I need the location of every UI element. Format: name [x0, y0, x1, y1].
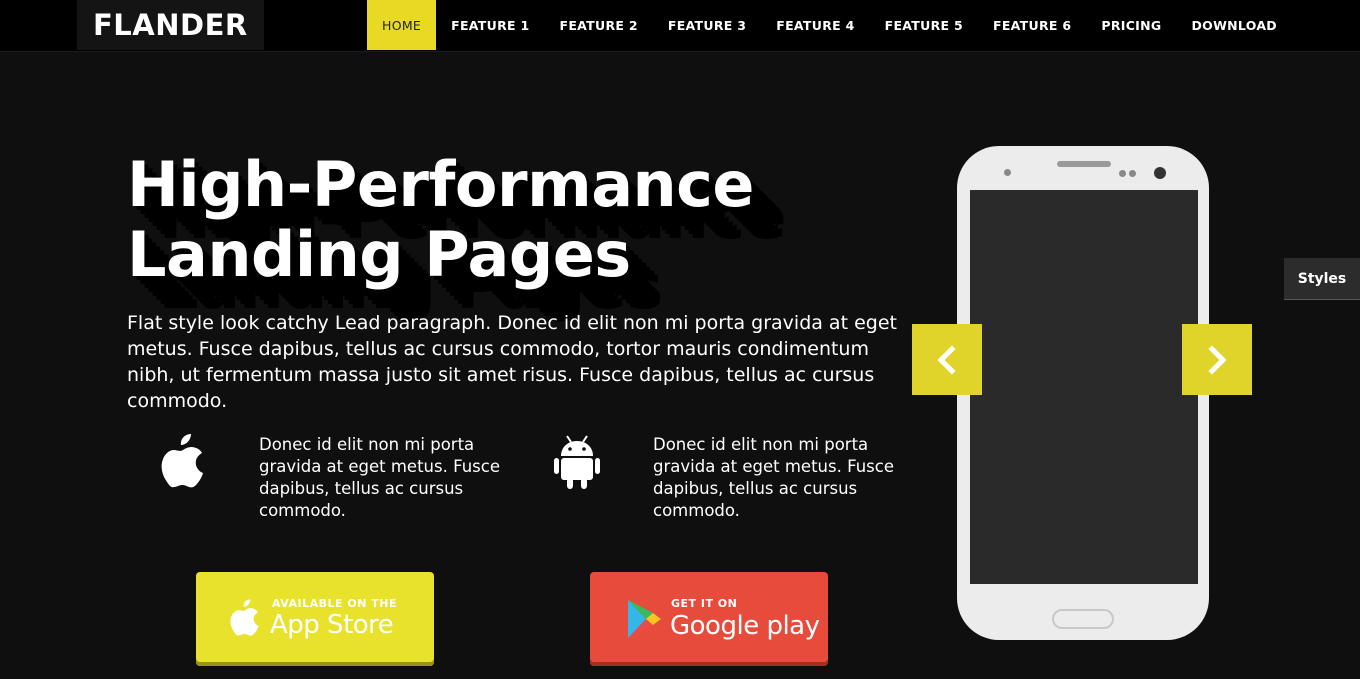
nav-item-download[interactable]: DOWNLOAD	[1176, 0, 1292, 50]
app-store-big-label: App Store	[270, 610, 394, 640]
styles-switcher-tab[interactable]: Styles	[1284, 258, 1360, 300]
chevron-left-icon	[937, 344, 956, 375]
google-play-small-label: GET IT ON	[671, 597, 738, 610]
feature-android-text: Donec id elit non mi porta gravida at eg…	[653, 435, 894, 520]
google-play-big-label: Google play	[670, 611, 820, 641]
phone-speaker	[1057, 161, 1111, 167]
nav-item-feature-3[interactable]: FEATURE 3	[653, 0, 761, 50]
app-store-button[interactable]: AVAILABLE ON THE App Store	[196, 572, 434, 666]
android-icon	[553, 434, 603, 494]
phone-sensor-dot	[1119, 170, 1126, 177]
phone-home-button	[1052, 609, 1114, 629]
nav-item-home[interactable]: HOME	[367, 0, 437, 50]
phone-camera	[1154, 167, 1166, 179]
hero-title: High-Performance Landing Pages	[127, 150, 847, 290]
google-play-button[interactable]: GET IT ON Google play	[590, 572, 828, 666]
lead-paragraph: Flat style look catchy Lead paragraph. D…	[127, 312, 897, 412]
phone-sensor-dot	[1004, 169, 1011, 176]
slider-prev-button[interactable]	[912, 324, 982, 395]
top-navbar: FLANDER HOME FEATURE 1 FEATURE 2 FEATURE…	[0, 0, 1360, 52]
hero-title-line-2: Landing Pages	[127, 218, 631, 291]
hero-title-line-1: High-Performance	[127, 148, 755, 221]
nav-item-feature-5[interactable]: FEATURE 5	[870, 0, 978, 50]
nav-item-feature-2[interactable]: FEATURE 2	[545, 0, 653, 50]
nav-item-feature-4[interactable]: FEATURE 4	[761, 0, 869, 50]
phone-sensor-dot	[1129, 170, 1136, 177]
feature-apple-text: Donec id elit non mi porta gravida at eg…	[259, 435, 500, 520]
nav-item-feature-1[interactable]: FEATURE 1	[436, 0, 544, 50]
phone-screen	[970, 190, 1198, 584]
apple-logo-icon	[228, 596, 262, 643]
google-play-logo-icon	[626, 598, 662, 645]
brand-logo[interactable]: FLANDER	[77, 0, 264, 50]
apple-icon	[158, 430, 208, 490]
nav-item-pricing[interactable]: PRICING	[1086, 0, 1176, 50]
app-store-small-label: AVAILABLE ON THE	[272, 597, 398, 610]
phone-mockup	[957, 146, 1209, 640]
slider-next-button[interactable]	[1182, 324, 1252, 395]
chevron-right-icon	[1208, 344, 1227, 375]
nav-item-feature-6[interactable]: FEATURE 6	[978, 0, 1086, 50]
nav-menu: HOME FEATURE 1 FEATURE 2 FEATURE 3 FEATU…	[367, 0, 1292, 50]
